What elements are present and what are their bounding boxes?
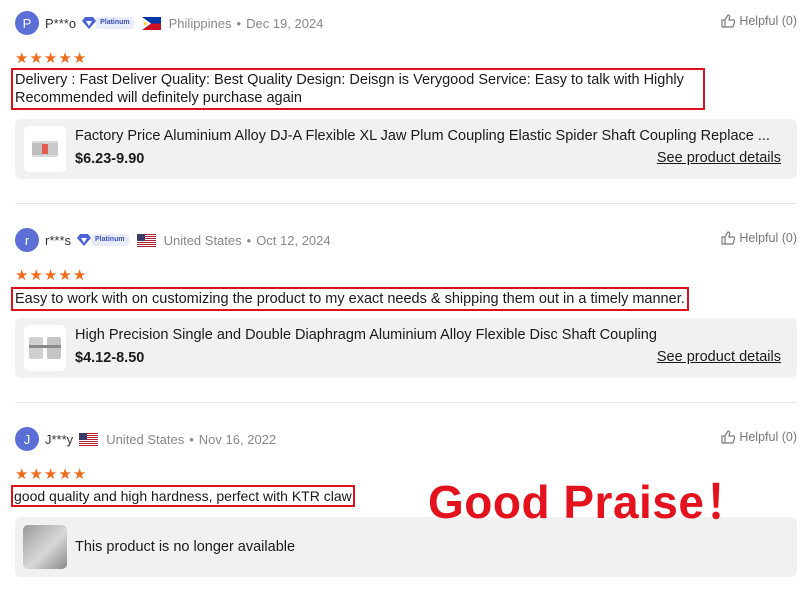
review-text: Easy to work with on customizing the pro… (11, 287, 689, 311)
star-icon: ★ (72, 267, 87, 284)
reviewer-name: P***o (45, 15, 77, 31)
country: Philippines (168, 15, 232, 31)
thumbs-up-icon (721, 430, 736, 444)
thumbs-up-icon (721, 14, 736, 28)
star-rating: ★ ★ ★ ★ ★ (15, 268, 87, 283)
helpful-button[interactable]: Helpful (0) (721, 430, 797, 444)
star-icon: ★ (29, 50, 43, 67)
platinum-badge: Platinum (77, 233, 129, 247)
separator-dot: • (189, 431, 194, 447)
product-thumbnail (24, 325, 66, 371)
star-icon: ★ (15, 267, 29, 284)
thumbs-up-icon (721, 231, 736, 245)
separator-dot: • (236, 15, 242, 31)
us-flag-icon (79, 432, 99, 446)
star-icon: ★ (72, 466, 87, 483)
philippines-flag-icon (141, 16, 161, 30)
country: United States (106, 431, 185, 447)
review-date: Dec 19, 2024 (246, 15, 324, 31)
reviewer-name: J***y (45, 431, 74, 447)
star-rating: ★ ★ ★ ★ ★ (15, 467, 87, 482)
product-unavailable-text: This product is no longer available (75, 539, 296, 555)
review-date: Nov 16, 2022 (198, 431, 277, 447)
product-card[interactable]: High Precision Single and Double Diaphra… (15, 318, 797, 378)
divider (15, 203, 797, 204)
helpful-label: Helpful (0) (739, 14, 797, 28)
diamond-icon (82, 17, 97, 29)
product-card[interactable]: Factory Price Aluminium Alloy DJ-A Flexi… (15, 119, 797, 179)
helpful-button[interactable]: Helpful (0) (721, 231, 797, 245)
diamond-icon (77, 234, 92, 246)
review-text: good quality and high hardness, perfect … (11, 485, 355, 507)
product-thumbnail (24, 126, 66, 172)
helpful-label: Helpful (0) (739, 231, 797, 245)
star-icon: ★ (58, 267, 72, 284)
star-icon: ★ (43, 50, 58, 67)
star-icon: ★ (58, 50, 72, 67)
star-icon: ★ (29, 267, 43, 284)
avatar: r (15, 228, 39, 252)
platinum-badge: Platinum (82, 16, 134, 30)
product-thumbnail (23, 525, 67, 569)
review-date: Oct 12, 2024 (256, 232, 331, 248)
badge-label: Platinum (91, 234, 129, 246)
review-header: r r***s Platinum United States • Oct 12,… (15, 228, 797, 252)
see-product-details-link[interactable]: See product details (657, 349, 781, 365)
star-icon: ★ (58, 466, 72, 483)
product-name[interactable]: Factory Price Aluminium Alloy DJ-A Flexi… (75, 128, 787, 144)
country: United States (163, 232, 242, 248)
review-text: Delivery : Fast Deliver Quality: Best Qu… (11, 68, 705, 110)
star-icon: ★ (72, 50, 87, 67)
star-icon: ★ (43, 267, 58, 284)
helpful-label: Helpful (0) (739, 430, 797, 444)
separator-dot: • (246, 232, 252, 248)
product-price: $6.23-9.90 (75, 151, 145, 167)
us-flag-icon (136, 233, 156, 247)
good-praise-overlay: Good Praise！ (428, 476, 751, 528)
star-icon: ★ (29, 466, 43, 483)
review-header: P P***o Platinum Philippines • Dec 19, 2… (15, 11, 797, 35)
star-rating: ★ ★ ★ ★ ★ (15, 51, 87, 66)
avatar: J (15, 427, 39, 451)
star-icon: ★ (15, 466, 29, 483)
product-name[interactable]: High Precision Single and Double Diaphra… (75, 327, 787, 343)
product-price: $4.12-8.50 (75, 350, 145, 366)
star-icon: ★ (43, 466, 58, 483)
avatar: P (15, 11, 39, 35)
star-icon: ★ (15, 50, 29, 67)
see-product-details-link[interactable]: See product details (657, 150, 781, 166)
helpful-button[interactable]: Helpful (0) (721, 14, 797, 28)
divider (15, 402, 797, 403)
review-header: J J***y United States • Nov 16, 2022 Hel… (15, 427, 797, 451)
reviewer-name: r***s (45, 232, 72, 248)
badge-label: Platinum (96, 17, 134, 29)
